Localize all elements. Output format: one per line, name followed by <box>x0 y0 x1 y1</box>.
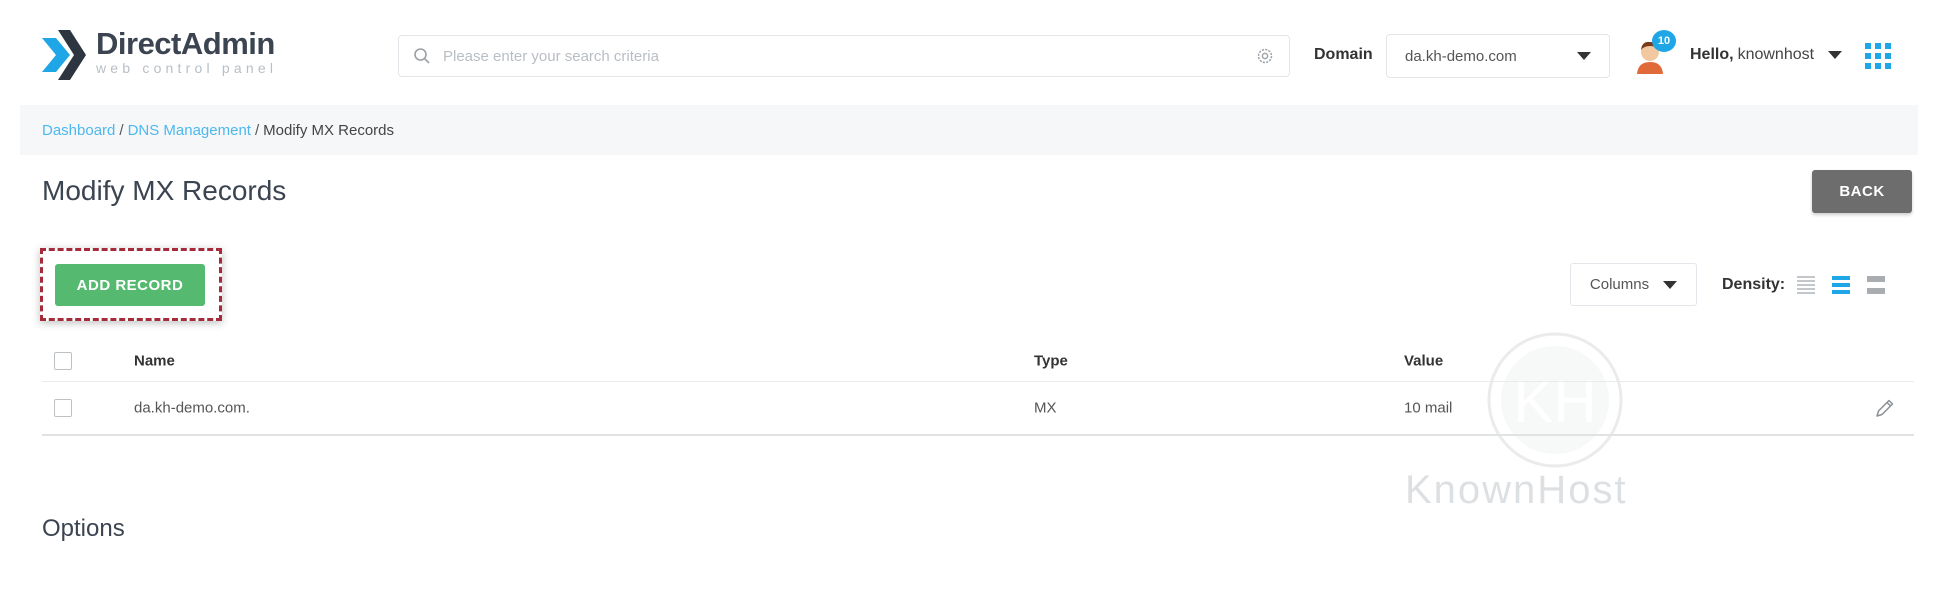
record-value: 10 mail <box>1404 399 1453 417</box>
caret-down-icon <box>1577 52 1591 60</box>
record-type: MX <box>1034 399 1057 417</box>
directadmin-logo[interactable]: DirectAdmin web control panel <box>40 28 277 82</box>
add-record-button[interactable]: ADD RECORD <box>55 264 205 306</box>
user-menu[interactable]: Hello, knownhost <box>1690 46 1843 64</box>
header-type[interactable]: Type <box>1034 352 1068 369</box>
density-standard-icon[interactable] <box>1832 276 1850 294</box>
domain-select[interactable]: da.kh-demo.com <box>1386 34 1610 78</box>
select-all-checkbox[interactable] <box>54 351 72 370</box>
logo-chevron-icon <box>42 30 86 80</box>
options-title: Options <box>42 515 125 542</box>
search-icon <box>414 48 430 64</box>
search-input[interactable] <box>443 47 1255 65</box>
logo-name: DirectAdmin <box>96 26 275 61</box>
back-button[interactable]: BACK <box>1812 170 1912 213</box>
density-label: Density: <box>1722 276 1786 293</box>
pencil-edit-icon[interactable] <box>1874 397 1896 419</box>
breadcrumb-current: Modify MX Records <box>263 121 395 139</box>
top-header: DirectAdmin web control panel Domain da.… <box>0 0 1938 105</box>
search-bar[interactable] <box>398 35 1290 77</box>
domain-value: da.kh-demo.com <box>1405 47 1517 65</box>
page-title: Modify MX Records <box>42 175 287 206</box>
caret-down-icon <box>1663 280 1678 289</box>
table-header-row: Name Type Value <box>42 340 1914 382</box>
gear-icon[interactable] <box>1255 46 1275 66</box>
row-checkbox[interactable] <box>54 399 72 417</box>
breadcrumb: Dashboard / DNS Management / Modify MX R… <box>20 105 1918 155</box>
columns-label: Columns <box>1589 276 1650 293</box>
columns-dropdown[interactable]: Columns <box>1570 263 1697 306</box>
apps-grid-icon[interactable] <box>1865 43 1891 69</box>
density-compact-icon[interactable] <box>1797 276 1815 294</box>
caret-down-icon <box>1828 51 1843 59</box>
watermark-text: KnownHost <box>1405 468 1628 512</box>
table-row: da.kh-demo.com. MX 10 mail <box>42 382 1914 436</box>
notification-badge[interactable]: 10 <box>1652 30 1676 52</box>
mx-records-table: Name Type Value da.kh-demo.com. MX 10 ma… <box>42 340 1914 436</box>
logo-subtitle: web control panel <box>96 60 278 76</box>
header-name[interactable]: Name <box>134 352 175 369</box>
header-value[interactable]: Value <box>1404 352 1443 369</box>
breadcrumb-dashboard[interactable]: Dashboard <box>42 122 115 139</box>
density-comfortable-icon[interactable] <box>1867 276 1885 294</box>
domain-label: Domain <box>1314 46 1373 63</box>
breadcrumb-dns-management[interactable]: DNS Management <box>128 122 251 139</box>
hello-label: Hello, <box>1690 46 1734 63</box>
record-name: da.kh-demo.com. <box>134 399 250 417</box>
username: knownhost <box>1737 46 1815 63</box>
